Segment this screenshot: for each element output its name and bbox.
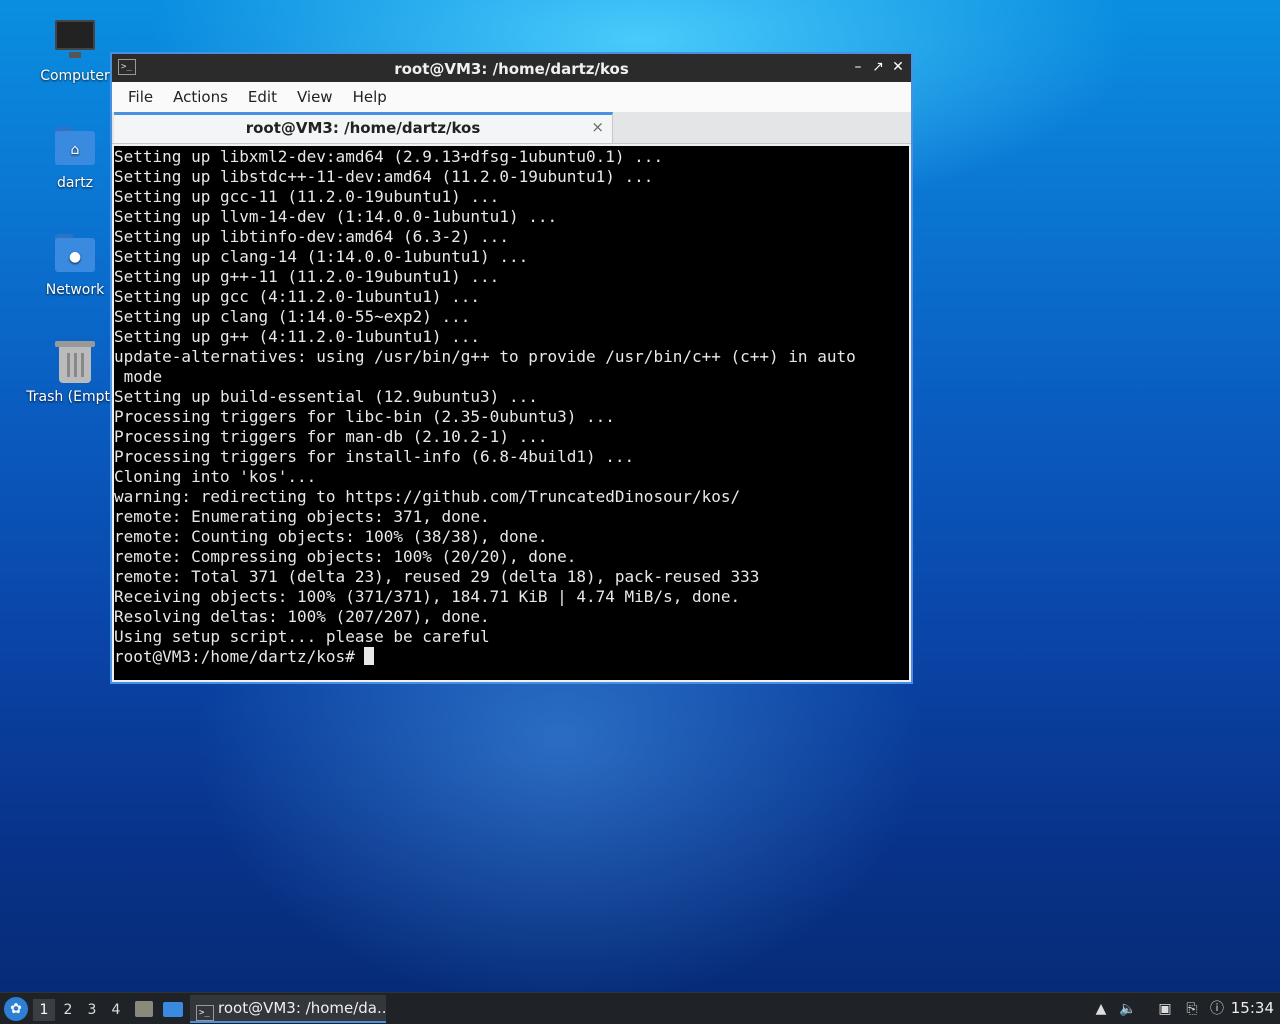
terminal-line: Processing triggers for man-db (2.10.2-1… — [114, 427, 548, 446]
home-folder-icon: ⌂ — [51, 125, 99, 169]
clipboard-icon[interactable]: ⎘ — [1181, 999, 1203, 1019]
task-label: root@VM3: /home/da... — [218, 999, 386, 1017]
tab-label: root@VM3: /home/dartz/kos — [245, 119, 481, 137]
workspace-2[interactable]: 2 — [57, 999, 79, 1021]
terminal-line: Receiving objects: 100% (371/371), 184.7… — [114, 587, 741, 606]
workspace-3[interactable]: 3 — [81, 999, 103, 1021]
terminal-line: warning: redirecting to https://github.c… — [114, 487, 741, 506]
start-menu-icon[interactable]: ✿ — [4, 997, 28, 1021]
terminal-line: remote: Total 371 (delta 23), reused 29 … — [114, 567, 760, 586]
menu-file[interactable]: File — [120, 88, 161, 106]
update-notifier-icon[interactable]: ⓘ — [1206, 999, 1228, 1019]
clock[interactable]: 15:34 — [1231, 999, 1274, 1017]
taskbar-task-terminal[interactable]: >_ root@VM3: /home/da... — [190, 995, 386, 1023]
terminal-line: remote: Compressing objects: 100% (20/20… — [114, 547, 577, 566]
terminal-line: Resolving deltas: 100% (207/207), done. — [114, 607, 490, 626]
computer-icon — [51, 18, 99, 62]
terminal-line: Setting up g++-11 (11.2.0-19ubuntu1) ... — [114, 267, 500, 286]
show-desktop-icon[interactable] — [161, 999, 183, 1019]
terminal-line: Setting up llvm-14-dev (1:14.0.0-1ubuntu… — [114, 207, 558, 226]
terminal-line: Setting up libtinfo-dev:amd64 (6.3-2) ..… — [114, 227, 509, 246]
window-title: root@VM3: /home/dartz/kos — [394, 60, 629, 78]
menu-edit[interactable]: Edit — [240, 88, 285, 106]
terminal-line: Using setup script... please be careful — [114, 627, 490, 646]
terminal-task-icon: >_ — [196, 1005, 214, 1021]
window-titlebar[interactable]: >_ root@VM3: /home/dartz/kos – ↗ ✕ — [112, 54, 911, 82]
tab-terminal[interactable]: root@VM3: /home/dartz/kos × — [114, 112, 613, 143]
tab-bar: root@VM3: /home/dartz/kos × — [112, 112, 911, 144]
workspace-4[interactable]: 4 — [105, 999, 127, 1021]
terminal-line: Setting up build-essential (12.9ubuntu3)… — [114, 387, 538, 406]
file-manager-icon[interactable] — [133, 999, 155, 1019]
menu-help[interactable]: Help — [345, 88, 395, 106]
network-folder-icon: ● — [51, 232, 99, 276]
terminal-output[interactable]: Setting up libxml2-dev:amd64 (2.9.13+dfs… — [114, 146, 909, 680]
maximize-icon[interactable]: ↗ — [869, 58, 887, 76]
taskbar: ✿ 1 2 3 4 >_ root@VM3: /home/da... ▲ 🔈 ▣ … — [0, 992, 1280, 1024]
terminal-line: Processing triggers for libc-bin (2.35-0… — [114, 407, 615, 426]
terminal-line: Setting up libstdc++-11-dev:amd64 (11.2.… — [114, 167, 654, 186]
close-icon[interactable]: ✕ — [889, 58, 907, 76]
terminal-line: Setting up gcc-11 (11.2.0-19ubuntu1) ... — [114, 187, 500, 206]
menu-view[interactable]: View — [289, 88, 341, 106]
terminal-window[interactable]: >_ root@VM3: /home/dartz/kos – ↗ ✕ File … — [110, 52, 913, 684]
menu-actions[interactable]: Actions — [165, 88, 236, 106]
terminal-line: remote: Counting objects: 100% (38/38), … — [114, 527, 548, 546]
tray-arrow-icon[interactable]: ▲ — [1090, 999, 1112, 1019]
tab-close-icon[interactable]: × — [591, 118, 604, 136]
terminal-line: Cloning into 'kos'... — [114, 467, 317, 486]
terminal-line: Setting up clang-14 (1:14.0.0-1ubuntu1) … — [114, 247, 529, 266]
terminal-line: Setting up clang (1:14.0-55~exp2) ... — [114, 307, 471, 326]
minimize-icon[interactable]: – — [849, 58, 867, 76]
trash-icon — [51, 339, 99, 383]
network-status-icon[interactable]: ▣ — [1154, 999, 1176, 1019]
volume-icon[interactable]: 🔈 — [1117, 999, 1139, 1019]
terminal-line: Processing triggers for install-info (6.… — [114, 447, 635, 466]
terminal-prompt-line[interactable]: root@VM3:/home/dartz/kos# — [114, 647, 909, 667]
terminal-prompt: root@VM3:/home/dartz/kos# — [114, 647, 365, 666]
terminal-line: Setting up g++ (4:11.2.0-1ubuntu1) ... — [114, 327, 481, 346]
terminal-line: remote: Enumerating objects: 371, done. — [114, 507, 490, 526]
terminal-cursor — [364, 647, 375, 665]
terminal-line: update-alternatives: using /usr/bin/g++ … — [114, 347, 856, 366]
terminal-line: Setting up gcc (4:11.2.0-1ubuntu1) ... — [114, 287, 481, 306]
menu-bar: File Actions Edit View Help — [112, 82, 911, 112]
workspace-1[interactable]: 1 — [33, 999, 55, 1021]
terminal-line: mode — [114, 367, 163, 386]
terminal-line: Setting up libxml2-dev:amd64 (2.9.13+dfs… — [114, 147, 664, 166]
